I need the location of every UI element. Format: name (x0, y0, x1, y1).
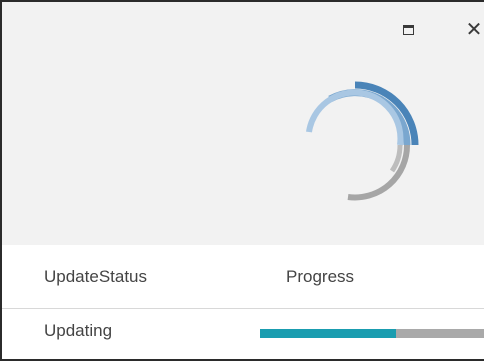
column-header-progress[interactable]: Progress (286, 267, 354, 287)
table-header: UpdateStatus Progress (2, 245, 484, 308)
maximize-icon (402, 25, 414, 35)
update-window: ✕ UpdateStatus Progress Updating (0, 0, 484, 361)
progress-bar-fill (260, 329, 396, 338)
close-button[interactable]: ✕ (460, 16, 484, 44)
row-status-text: Updating (44, 321, 113, 340)
spinner-arc-gray-inner (389, 144, 403, 173)
status-panel: ✕ (2, 2, 484, 245)
column-header-updatestatus[interactable]: UpdateStatus (44, 267, 147, 287)
table-row[interactable]: Updating (2, 309, 484, 359)
close-icon: ✕ (465, 19, 483, 41)
loading-spinner-icon (306, 81, 419, 201)
maximize-button[interactable] (394, 16, 422, 44)
progress-bar (260, 329, 484, 338)
